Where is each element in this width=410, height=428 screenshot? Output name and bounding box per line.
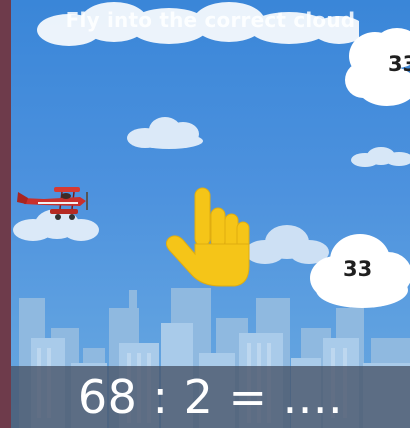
answer-value-right: 33 — [343, 257, 373, 281]
pointing-hand-icon — [165, 187, 250, 287]
instruction-title: Fly into the correct cloud — [65, 8, 356, 32]
game-scene[interactable]: 33 33 Fly into the correct cloud 68: 2 … — [11, 0, 410, 428]
answer-value-top-right: 33 — [388, 52, 410, 76]
equation-bar: 68 : 2 = .... — [11, 366, 410, 428]
background-cloud-right — [351, 147, 410, 167]
red-biplane-icon[interactable] — [14, 182, 92, 222]
equation-text: 68 : 2 = .... — [77, 370, 344, 424]
background-cloud-small — [127, 117, 203, 149]
